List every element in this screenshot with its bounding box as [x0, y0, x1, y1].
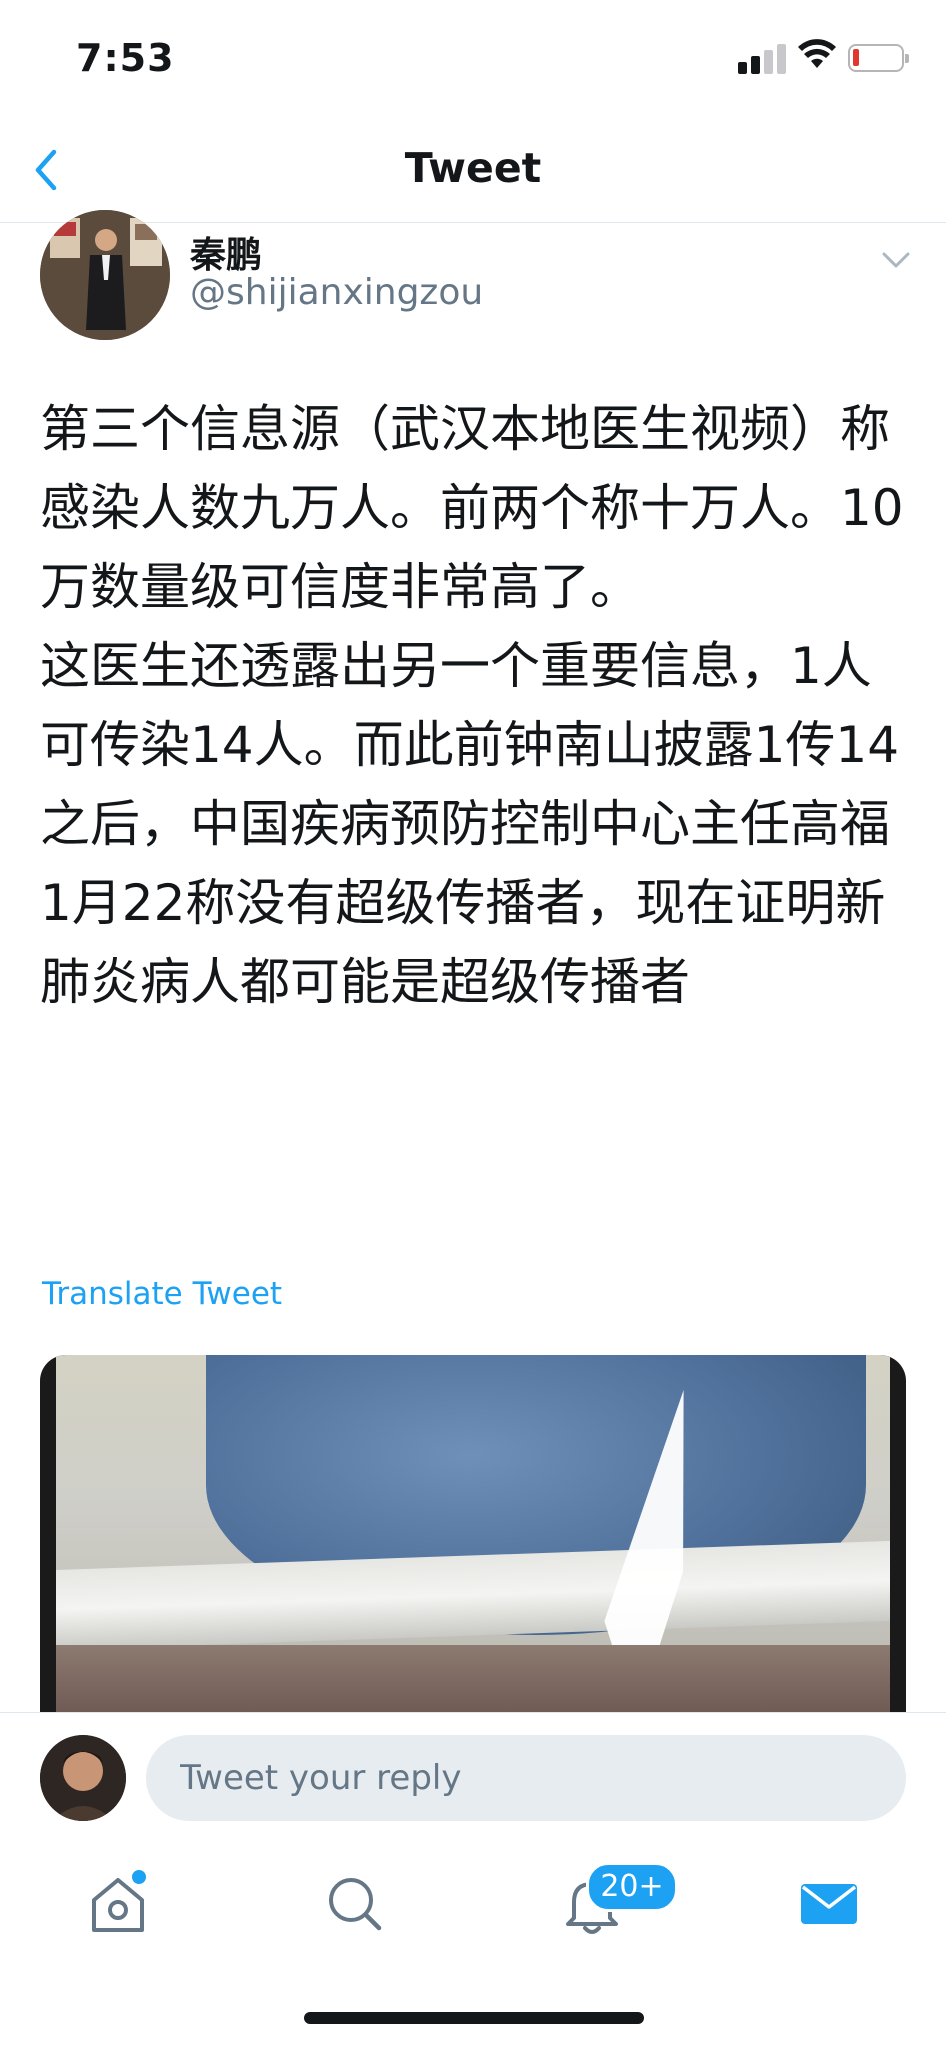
tab-bar: 20+	[0, 1824, 946, 1974]
wifi-icon	[798, 39, 836, 68]
battery-icon	[848, 44, 909, 72]
tweet-paragraph: 这医生还透露出另一个重要信息，1人可传染14人。而此前钟南山披露1传14之后，中…	[40, 637, 900, 1011]
tab-messages[interactable]	[789, 1864, 869, 1944]
status-bar: 7:53	[0, 0, 946, 120]
new-content-dot	[130, 1868, 148, 1886]
tweet-media[interactable]	[40, 1355, 906, 1715]
video-thumbnail	[56, 1355, 890, 1715]
tweet-text: 第三个信息源（武汉本地医生视频）称感染人数九万人。前两个称十万人。10万数量级可…	[40, 390, 910, 1022]
reply-input[interactable]	[146, 1735, 906, 1821]
search-icon	[329, 1878, 382, 1931]
user-avatar[interactable]	[40, 1735, 126, 1821]
caret-down-icon	[882, 252, 910, 268]
status-time: 7:53	[76, 36, 175, 80]
avatar-image	[40, 210, 170, 340]
mail-icon	[801, 1884, 857, 1924]
translate-tweet-link[interactable]: Translate Tweet	[42, 1276, 282, 1312]
tweet-paragraph: 第三个信息源（武汉本地医生视频）称感染人数九万人。前两个称十万人。10万数量级可…	[40, 400, 904, 616]
tab-search[interactable]	[315, 1864, 395, 1944]
author-avatar[interactable]	[40, 210, 170, 340]
avatar-image	[40, 1735, 126, 1821]
tweet-options-button[interactable]	[876, 240, 916, 280]
tab-notifications[interactable]: 20+	[552, 1862, 678, 1944]
reply-bar	[0, 1712, 946, 1825]
author-name[interactable]: 秦鹏	[190, 226, 262, 278]
notification-badge: 20+	[586, 1862, 678, 1912]
signal-icon	[738, 44, 788, 74]
author-handle[interactable]: @shijianxingzou	[190, 272, 483, 313]
page-title: Tweet	[404, 144, 542, 192]
home-indicator	[304, 2012, 644, 2024]
nav-bar: Tweet	[0, 120, 946, 223]
tab-home[interactable]	[78, 1864, 158, 1944]
